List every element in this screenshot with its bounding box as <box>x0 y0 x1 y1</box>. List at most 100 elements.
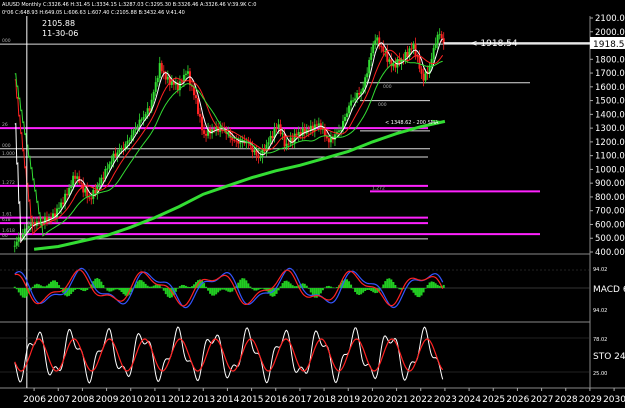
y-tick-label: 1700.00 <box>595 69 625 79</box>
x-tick-label: 2007 <box>47 395 70 405</box>
candle-body <box>261 149 264 158</box>
macd-bar <box>146 285 149 288</box>
macd-bar <box>251 288 254 290</box>
y-tick-label: 1200.00 <box>595 138 625 148</box>
candle-body <box>420 68 423 74</box>
candle-body <box>102 177 105 179</box>
sto-tick: 25.00 <box>593 371 607 377</box>
candle-body <box>410 48 413 50</box>
macd-bar <box>289 283 292 288</box>
macd-bar <box>329 286 332 288</box>
x-tick-label: 2017 <box>289 395 312 405</box>
candle-body <box>237 140 240 144</box>
candle-body <box>43 216 46 224</box>
candle-body <box>275 127 278 129</box>
macd-bar <box>217 288 220 293</box>
macd-bar <box>80 288 83 291</box>
candle-body <box>108 164 111 169</box>
macd-bar <box>41 286 44 288</box>
macd-bar <box>418 288 421 298</box>
candle-body <box>118 149 121 153</box>
macd-bar <box>231 288 234 292</box>
candle-body <box>364 77 367 88</box>
candle-body <box>267 142 270 145</box>
macd-bar <box>116 288 119 290</box>
macd-bar <box>424 288 427 289</box>
macd-bar <box>142 281 145 288</box>
macd-bar <box>386 278 389 288</box>
candle-body <box>277 124 280 128</box>
macd-bar <box>60 288 63 289</box>
macd-bar <box>23 288 26 298</box>
macd-bar <box>86 288 89 291</box>
macd-bar <box>112 288 115 291</box>
candle-body <box>205 133 208 136</box>
candle-body <box>315 124 318 126</box>
macd-bar <box>56 282 59 288</box>
candle-body <box>142 116 145 120</box>
macd-bar <box>74 288 77 290</box>
candle-body <box>82 183 85 193</box>
candle-body <box>352 100 355 102</box>
macd-bar <box>21 288 24 298</box>
x-tick-label: 2008 <box>71 395 94 405</box>
sto-label: STO 24 <box>593 352 625 362</box>
candle-body <box>23 228 26 235</box>
macd-bar <box>303 283 306 288</box>
candle-body <box>269 135 272 143</box>
y-tick-label: 1800.00 <box>595 55 625 65</box>
macd-bar <box>382 284 385 288</box>
macd-bar <box>138 279 141 288</box>
candle-body <box>434 43 437 49</box>
macd-bar <box>78 288 81 290</box>
candle-body <box>154 82 157 92</box>
macd-bar <box>247 283 250 288</box>
macd-bar <box>438 285 441 288</box>
candle-body <box>380 46 383 48</box>
macd-bar <box>255 288 258 291</box>
macd-bar <box>410 288 413 291</box>
y-tick-label: 1000.00 <box>595 165 625 175</box>
candle-body <box>376 37 379 41</box>
y-tick-label: 400.00 <box>595 248 625 258</box>
candle-body <box>80 182 83 184</box>
candle-body <box>356 93 359 99</box>
candle-body <box>84 188 87 193</box>
candle-body <box>17 237 20 242</box>
macd-bar <box>420 288 423 296</box>
x-tick-label: 2011 <box>144 395 167 405</box>
candle-body <box>271 135 274 139</box>
x-tick-label: 2023 <box>434 395 457 405</box>
macd-bar <box>442 284 445 288</box>
candle-body <box>329 137 332 143</box>
candle-body <box>110 161 113 165</box>
candle-body <box>358 93 361 95</box>
y-tick-label: 500.00 <box>595 234 625 244</box>
candle-body <box>166 76 169 80</box>
candle-body <box>235 140 238 142</box>
macd-bar <box>108 288 111 292</box>
macd-bar <box>253 288 256 291</box>
macd-bar <box>372 288 375 293</box>
candle-body <box>289 137 292 144</box>
macd-bar <box>249 286 252 288</box>
macd-bar <box>227 288 230 292</box>
macd-bar <box>307 288 310 289</box>
candle-body <box>346 113 349 118</box>
macd-bar <box>279 286 282 288</box>
level-label: 1.272 <box>2 180 15 186</box>
candle-body <box>66 193 69 196</box>
macd-bar <box>283 281 286 288</box>
macd-bar <box>158 285 161 288</box>
macd-bar <box>205 286 208 288</box>
x-tick-label: 2026 <box>506 395 529 405</box>
macd-bar <box>350 284 353 288</box>
candle-body <box>285 143 288 147</box>
x-tick-label: 2029 <box>579 395 602 405</box>
candle-body <box>148 108 151 111</box>
macd-bar <box>370 288 373 291</box>
candle-body <box>253 150 256 153</box>
macd-bar <box>45 285 48 288</box>
y-tick-label: 1100.00 <box>595 152 625 162</box>
candle-body <box>140 119 143 121</box>
